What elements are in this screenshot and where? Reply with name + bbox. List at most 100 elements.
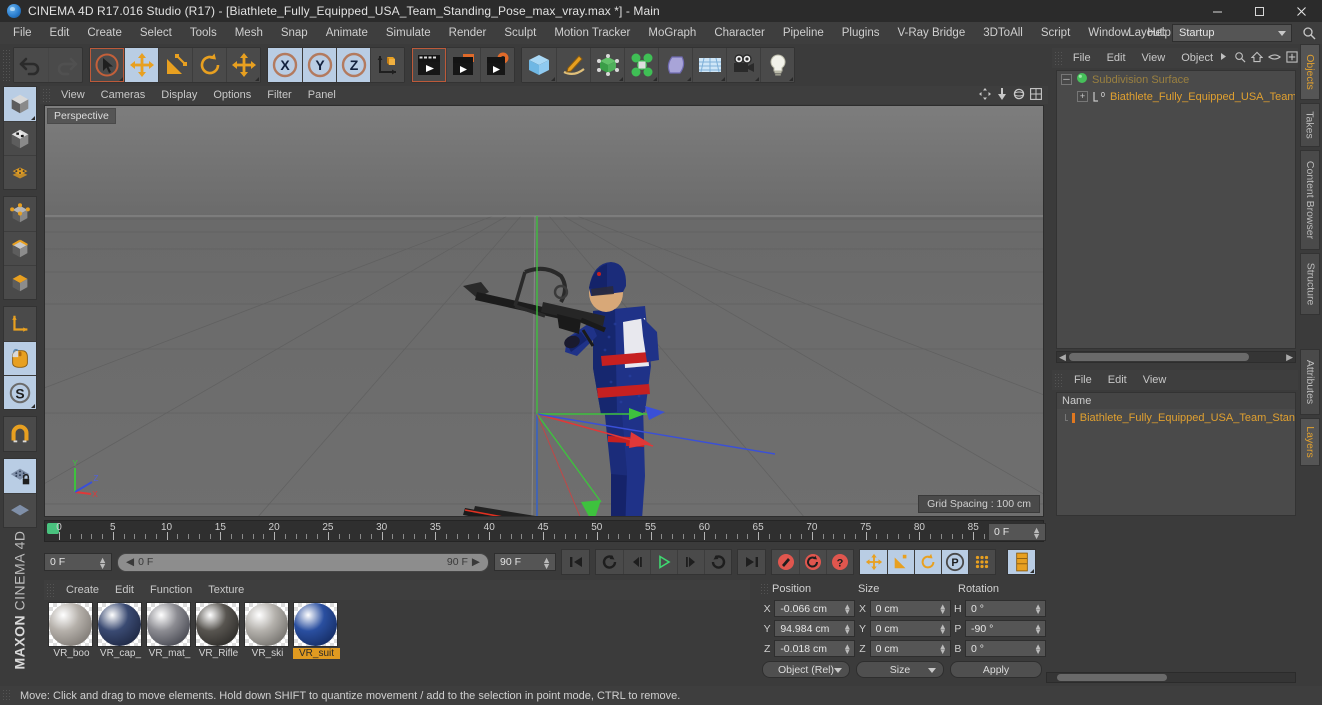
apply-button[interactable]: Apply [950, 661, 1042, 678]
redo-button[interactable] [48, 48, 82, 82]
material-name-label[interactable]: VR_suit [293, 648, 340, 659]
material-preview-sphere[interactable] [146, 602, 191, 647]
scale-icon[interactable] [158, 48, 192, 82]
rotation-b-field[interactable]: 0 ° ▲ ▼ [965, 640, 1047, 657]
rotation-p-field[interactable]: -90 ° ▲ ▼ [965, 620, 1047, 637]
param-key-icon[interactable]: P [941, 550, 968, 574]
menu-motion-tracker[interactable]: Motion Tracker [545, 22, 639, 44]
position-x-field[interactable]: -0.066 cm ▲ ▼ [774, 600, 856, 617]
menu-edit[interactable]: Edit [41, 22, 79, 44]
menu-tools[interactable]: Tools [181, 22, 226, 44]
material-cell[interactable]: VR_ski [244, 602, 291, 659]
bottom-right-scrollbar[interactable] [1046, 672, 1296, 683]
3d-viewport[interactable]: PRO [44, 105, 1044, 517]
mm-menu-create[interactable]: Create [58, 584, 107, 596]
point-level-animation-icon[interactable] [968, 550, 995, 574]
scroll-left-arrow-icon[interactable]: ◀ [1059, 353, 1066, 362]
position-z-field[interactable]: -0.018 cm ▲ ▼ [774, 640, 856, 657]
spinner-icon[interactable]: ▲ ▼ [542, 556, 551, 571]
live-selection-icon[interactable] [90, 48, 124, 82]
toolbar-grip[interactable] [2, 49, 10, 81]
spinner-icon[interactable]: ▲ ▼ [843, 643, 851, 656]
render-to-picture-viewer-icon[interactable] [446, 48, 480, 82]
range-right-arrow-icon[interactable]: ▶ [472, 556, 480, 568]
viewport-menu-panel[interactable]: Panel [300, 89, 344, 101]
record-active-objects-icon[interactable] [772, 550, 799, 574]
tab-structure[interactable]: Structure [1300, 253, 1320, 315]
points-edit-icon[interactable] [4, 197, 36, 231]
viewport-menu-view[interactable]: View [53, 89, 93, 101]
material-name-label[interactable]: VR_mat_ [146, 648, 193, 659]
lm-menu-edit[interactable]: Edit [1100, 374, 1135, 386]
object-row-subdivision-surface[interactable]: ─ Subdivision Surface [1057, 71, 1295, 88]
pan-icon[interactable] [979, 88, 991, 103]
go-to-previous-keyframe-icon[interactable] [596, 550, 623, 574]
viewport-menu-cameras[interactable]: Cameras [93, 89, 154, 101]
axis-z-button[interactable]: Z [336, 48, 370, 82]
render-settings-icon[interactable] [480, 48, 514, 82]
menu-mograph[interactable]: MoGraph [639, 22, 705, 44]
spinner-icon[interactable]: ▲ ▼ [843, 623, 851, 636]
camera-icon[interactable] [726, 48, 760, 82]
material-cell[interactable]: VR_suit [293, 602, 340, 659]
om-add-layer-icon[interactable] [1286, 50, 1298, 66]
material-name-label[interactable]: VR_Rifle [195, 648, 242, 659]
tab-layers[interactable]: Layers [1300, 418, 1320, 466]
add-spline-icon[interactable] [556, 48, 590, 82]
menu-file[interactable]: File [4, 22, 41, 44]
menu-create[interactable]: Create [78, 22, 131, 44]
edges-mode-icon[interactable] [4, 231, 36, 265]
tree-expander-icon[interactable]: + [1077, 91, 1088, 102]
spinner-icon[interactable]: ▲ ▼ [1032, 526, 1041, 541]
texture-mode-icon[interactable] [4, 121, 36, 155]
spinner-icon[interactable]: ▲ ▼ [1034, 603, 1042, 616]
scale-key-icon[interactable] [887, 550, 914, 574]
mm-menu-texture[interactable]: Texture [200, 584, 252, 596]
viewport-menu-options[interactable]: Options [205, 89, 259, 101]
world-coordinate-icon[interactable] [370, 48, 404, 82]
om-menu-edit[interactable]: Edit [1099, 52, 1134, 64]
undo-button[interactable] [14, 48, 48, 82]
material-cell[interactable]: VR_mat_ [146, 602, 193, 659]
orbit-icon[interactable] [1013, 88, 1025, 103]
spinner-icon[interactable]: ▲ ▼ [1034, 623, 1042, 636]
scroll-right-arrow-icon[interactable]: ▶ [1286, 353, 1293, 362]
move-tool-icon[interactable] [226, 48, 260, 82]
mograph-array-icon[interactable] [624, 48, 658, 82]
material-cell[interactable]: VR_boo [48, 602, 95, 659]
rotate-icon[interactable] [192, 48, 226, 82]
play-icon[interactable] [650, 550, 677, 574]
coordinate-mode-dropdown[interactable]: Object (Rel) [762, 661, 850, 678]
menu-character[interactable]: Character [705, 22, 774, 44]
size-mode-dropdown[interactable]: Size [856, 661, 944, 678]
spinner-icon[interactable]: ▲ ▼ [98, 556, 107, 571]
spinner-icon[interactable]: ▲ ▼ [843, 603, 851, 616]
scrollbar-thumb[interactable] [1057, 674, 1167, 681]
spinner-icon[interactable]: ▲ ▼ [939, 643, 947, 656]
viewport-menu-display[interactable]: Display [153, 89, 205, 101]
layer-manager-grip[interactable] [1054, 373, 1063, 387]
menu-select[interactable]: Select [131, 22, 181, 44]
object-manager-tree[interactable]: ─ Subdivision Surface + 0 Biathlete_Full… [1056, 70, 1296, 349]
timeline-ruler[interactable]: 051015202530354045505560657075808590 [44, 520, 1044, 542]
range-left-arrow-icon[interactable]: ◀ [126, 556, 134, 568]
menu-3dtoall[interactable]: 3DToAll [974, 22, 1032, 44]
lm-menu-file[interactable]: File [1066, 374, 1100, 386]
timeline-current-frame-field[interactable]: 0 F ▲ ▼ [988, 523, 1046, 541]
position-key-icon[interactable] [860, 550, 887, 574]
snap-s-icon[interactable]: S [4, 375, 36, 409]
layer-row-biathlete[interactable]: Biathlete_Fully_Equipped_USA_Team_Stan [1057, 409, 1295, 426]
bend-deformer-icon[interactable] [658, 48, 692, 82]
material-preview-sphere[interactable] [244, 602, 289, 647]
menu-render[interactable]: Render [440, 22, 496, 44]
menu-sculpt[interactable]: Sculpt [495, 22, 545, 44]
material-cell[interactable]: VR_Rifle [195, 602, 242, 659]
material-name-label[interactable]: VR_ski [244, 648, 291, 659]
om-home-icon[interactable] [1250, 51, 1264, 66]
menu-simulate[interactable]: Simulate [377, 22, 440, 44]
material-preview-sphere[interactable] [97, 602, 142, 647]
coordinates-grip[interactable] [760, 582, 769, 596]
step-forward-icon[interactable] [677, 550, 704, 574]
material-name-label[interactable]: VR_cap_ [97, 648, 144, 659]
step-back-icon[interactable] [623, 550, 650, 574]
